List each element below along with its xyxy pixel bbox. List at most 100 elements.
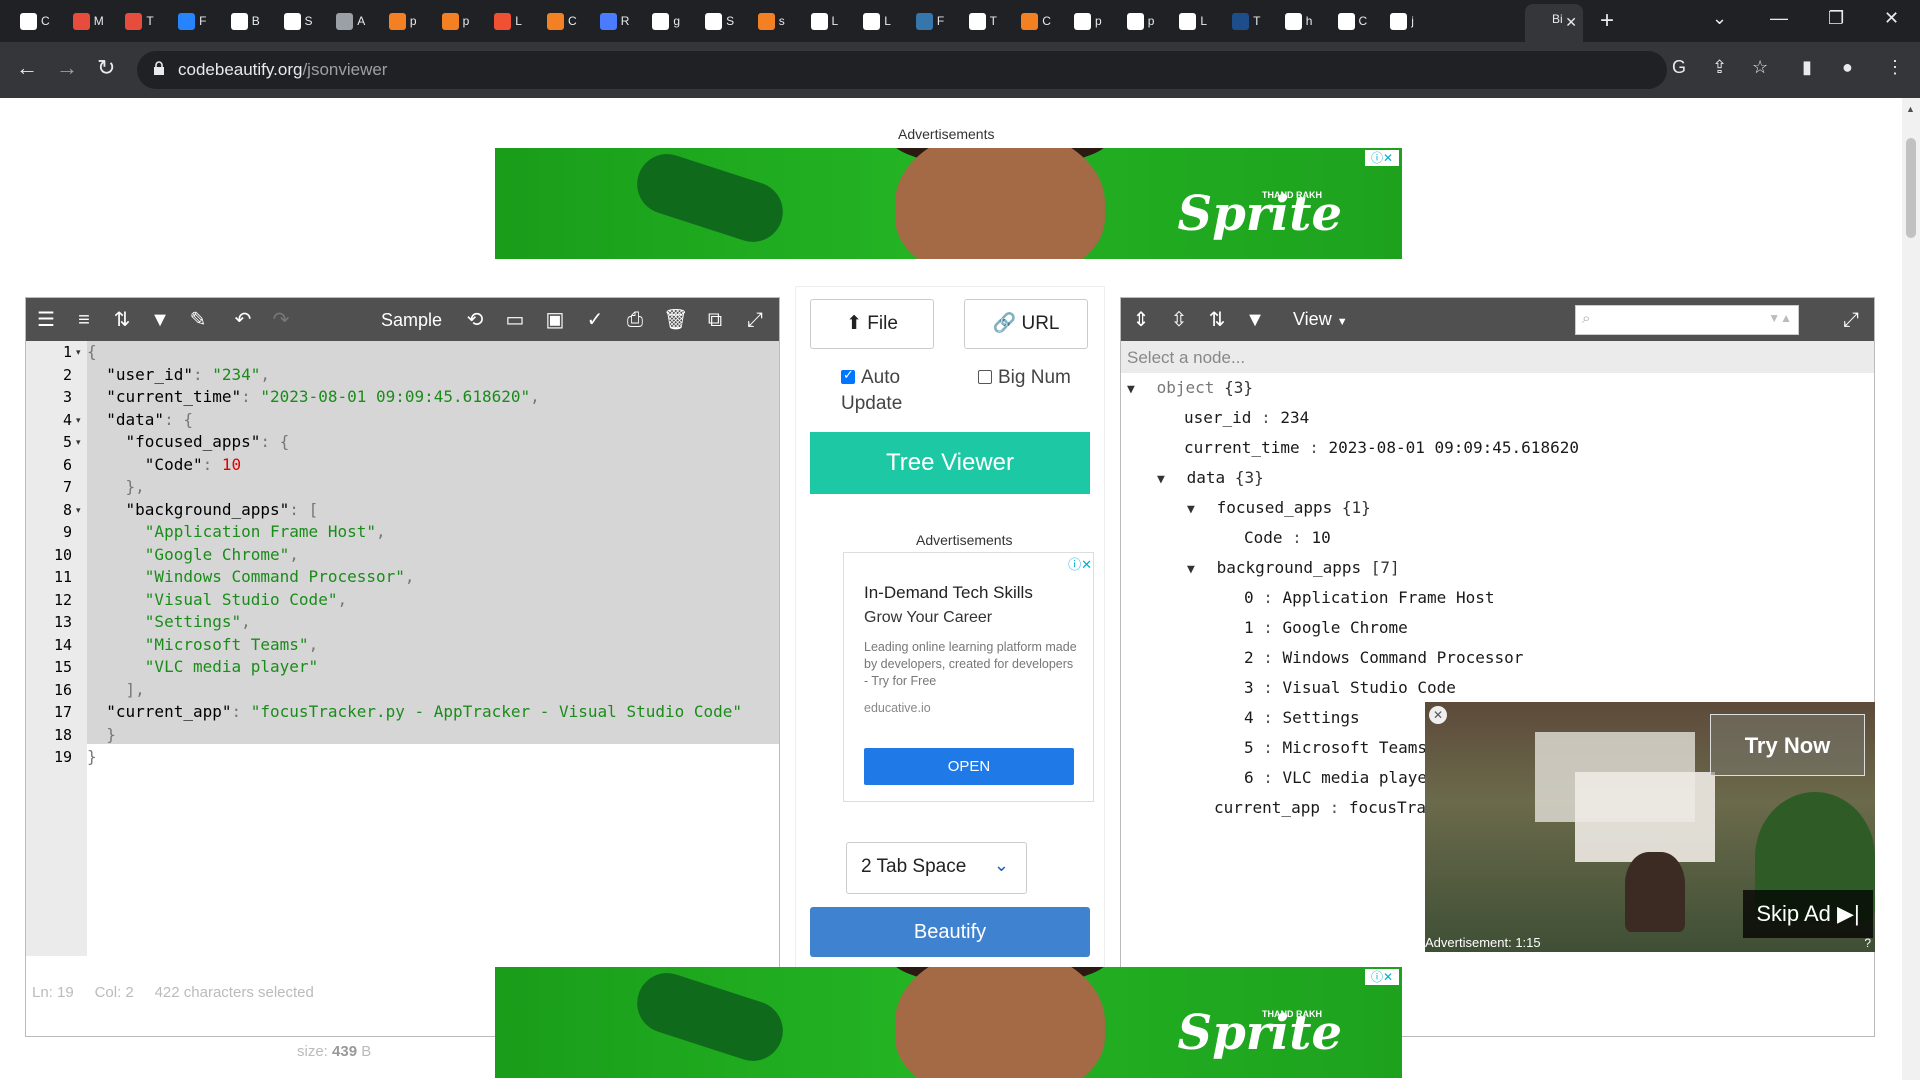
fullscreen-icon[interactable]: ⤢ — [743, 308, 767, 332]
tree-node-array-item[interactable]: 1 : Google Chrome — [1244, 613, 1408, 643]
tree-node-background-apps[interactable]: ▼ background_apps [7] — [1187, 553, 1400, 583]
auto-update-check[interactable] — [841, 367, 855, 384]
undo-icon[interactable]: ↶ — [231, 308, 255, 332]
filter-icon[interactable]: ▼ — [148, 308, 172, 332]
tree-node-array-item[interactable]: 2 : Windows Command Processor — [1244, 643, 1523, 673]
close-ad-icon[interactable]: ✕ — [1429, 706, 1447, 724]
browser-tab[interactable]: L — [805, 6, 846, 36]
filter-icon[interactable]: ▼ — [1243, 308, 1267, 332]
skip-ad-button[interactable]: Skip Ad ▶| — [1743, 890, 1873, 938]
expand-triangle-icon[interactable]: ▼ — [1157, 465, 1177, 495]
auto-update-checkbox[interactable]: Auto — [841, 367, 900, 389]
share-icon[interactable]: ⇪ — [1712, 57, 1727, 78]
browser-tab[interactable]: p — [1121, 6, 1162, 36]
browser-tab[interactable]: F — [172, 6, 213, 36]
tree-node-data[interactable]: ▼ data {3} — [1157, 463, 1264, 493]
forward-icon[interactable]: → — [56, 55, 78, 81]
browser-tab[interactable]: L — [488, 6, 529, 36]
reload-icon[interactable]: ↻ — [97, 55, 115, 81]
ad-open-button[interactable]: OPEN — [864, 748, 1074, 785]
new-tab-icon[interactable]: + — [1600, 7, 1614, 35]
maximize-icon[interactable]: ❐ — [1828, 8, 1844, 29]
top-banner-ad[interactable]: THAND RAKH Sprite ⓘ✕ — [495, 148, 1402, 259]
tree-node-array-item[interactable]: 4 : Settings — [1244, 703, 1360, 733]
back-icon[interactable]: ← — [16, 55, 38, 81]
browser-tab[interactable]: M — [67, 6, 108, 36]
browser-tab[interactable]: s — [752, 6, 793, 36]
browser-tab[interactable]: B — [225, 6, 266, 36]
compact-icon[interactable]: ≡ — [72, 308, 96, 332]
video-ad[interactable]: ✕ Try Now Skip Ad ▶| Advertisement: 1:15… — [1425, 702, 1875, 952]
browser-tab[interactable]: F — [910, 6, 951, 36]
tree-node-root[interactable]: ▼ object {3} — [1127, 373, 1253, 403]
collapse-all-icon[interactable]: ⇳ — [1167, 308, 1191, 332]
print-icon[interactable]: ⎙ — [623, 308, 647, 332]
browser-tab[interactable]: S — [278, 6, 319, 36]
browser-tab[interactable]: j — [1384, 6, 1425, 36]
big-num-checkbox[interactable]: Big Num — [978, 367, 1071, 389]
browser-tab[interactable]: A — [330, 6, 371, 36]
help-icon[interactable]: ? — [1864, 936, 1871, 950]
browser-tab[interactable]: T — [963, 6, 1004, 36]
expand-triangle-icon[interactable]: ▼ — [1127, 375, 1147, 405]
browser-tab[interactable]: R — [594, 6, 635, 36]
view-dropdown[interactable]: View ▼ — [1293, 309, 1348, 330]
sort-icon[interactable]: ⇅ — [1205, 308, 1229, 332]
repair-icon[interactable]: ✎ — [186, 308, 210, 332]
expand-triangle-icon[interactable]: ▼ — [1187, 495, 1207, 525]
browser-tab[interactable]: h — [1279, 6, 1320, 36]
tree-node-current-time[interactable]: current_time : 2023-08-01 09:09:45.61862… — [1184, 433, 1579, 463]
side-panel-icon[interactable]: ▮ — [1802, 57, 1812, 78]
fold-toggle-icon[interactable]: ▾ — [76, 409, 81, 432]
browser-tab[interactable]: p — [436, 6, 477, 36]
browser-tab[interactable]: p — [1068, 6, 1109, 36]
browser-tab[interactable]: T — [119, 6, 160, 36]
browser-tab[interactable]: C — [541, 6, 582, 36]
text-ad-card[interactable]: ⓘ✕ In-Demand Tech Skills Grow Your Caree… — [843, 552, 1094, 802]
open-folder-icon[interactable]: ▭ — [503, 308, 527, 332]
profile-icon[interactable]: ● — [1842, 57, 1853, 78]
browser-tab[interactable]: p — [383, 6, 424, 36]
bottom-banner-ad[interactable]: THAND RAKH Sprite ⓘ✕ — [495, 967, 1402, 1078]
tree-viewer-button[interactable]: Tree Viewer — [810, 432, 1090, 494]
expand-all-icon[interactable]: ⇕ — [1129, 308, 1153, 332]
fold-toggle-icon[interactable]: ▾ — [76, 499, 81, 522]
tree-search-input[interactable]: ⌕ ▼▲ — [1575, 305, 1799, 335]
browser-tab[interactable]: g — [646, 6, 687, 36]
ad-choices-icon[interactable]: ⓘ✕ — [1068, 554, 1092, 573]
tree-node-array-item[interactable]: 0 : Application Frame Host — [1244, 583, 1494, 613]
expand-triangle-icon[interactable]: ▼ — [1187, 555, 1207, 585]
ad-choices-icon[interactable]: ⓘ✕ — [1365, 150, 1399, 166]
code-editor[interactable]: 1 ▾ 2 3 4 ▾ 5 ▾ 6 7 8 ▾ 9 10 11 12 13 14 15 16 17 18 19 { "use… — [26, 341, 779, 956]
browser-tab[interactable]: C — [1015, 6, 1056, 36]
close-window-icon[interactable]: ✕ — [1884, 8, 1899, 29]
code-area[interactable]: { "user_id": "234", "current_time": "202… — [87, 341, 779, 956]
tree-node-current-app[interactable]: current_app : focusTrac — [1214, 793, 1436, 823]
minimize-icon[interactable]: — — [1770, 8, 1788, 29]
tree-node-code[interactable]: Code : 10 — [1244, 523, 1331, 553]
browser-tab[interactable]: C — [1332, 6, 1373, 36]
tree-node-array-item[interactable]: 6 : VLC media player — [1244, 763, 1437, 793]
active-tab[interactable]: Bi ✕ — [1525, 4, 1583, 42]
browser-tab[interactable]: S — [699, 6, 740, 36]
save-icon[interactable]: ▣ — [543, 308, 567, 332]
ad-choices-icon[interactable]: ⓘ✕ — [1365, 969, 1399, 985]
tree-node-focused-apps[interactable]: ▼ focused_apps {1} — [1187, 493, 1371, 523]
delete-icon[interactable]: 🗑 — [663, 308, 688, 332]
history-icon[interactable]: ⟲ — [463, 308, 487, 332]
copy-icon[interactable]: ⧉ — [703, 308, 727, 332]
browser-tab[interactable]: T — [1226, 6, 1267, 36]
tree-node-array-item[interactable]: 5 : Microsoft Teams — [1244, 733, 1427, 763]
bookmark-star-icon[interactable]: ☆ — [1752, 57, 1768, 78]
fold-toggle-icon[interactable]: ▾ — [76, 341, 81, 364]
redo-icon[interactable]: ↷ — [269, 308, 293, 332]
format-icon[interactable]: ☰ — [34, 308, 58, 332]
browser-tab[interactable]: L — [857, 6, 898, 36]
scrollbar-thumb[interactable] — [1906, 138, 1916, 238]
menu-icon[interactable]: ⋮ — [1886, 57, 1904, 78]
fold-toggle-icon[interactable]: ▾ — [76, 431, 81, 454]
fullscreen-icon[interactable]: ⤢ — [1839, 308, 1863, 332]
scroll-up-icon[interactable]: ▲ — [1906, 104, 1915, 114]
sample-button[interactable]: Sample — [381, 310, 442, 331]
big-num-check[interactable] — [978, 370, 992, 384]
